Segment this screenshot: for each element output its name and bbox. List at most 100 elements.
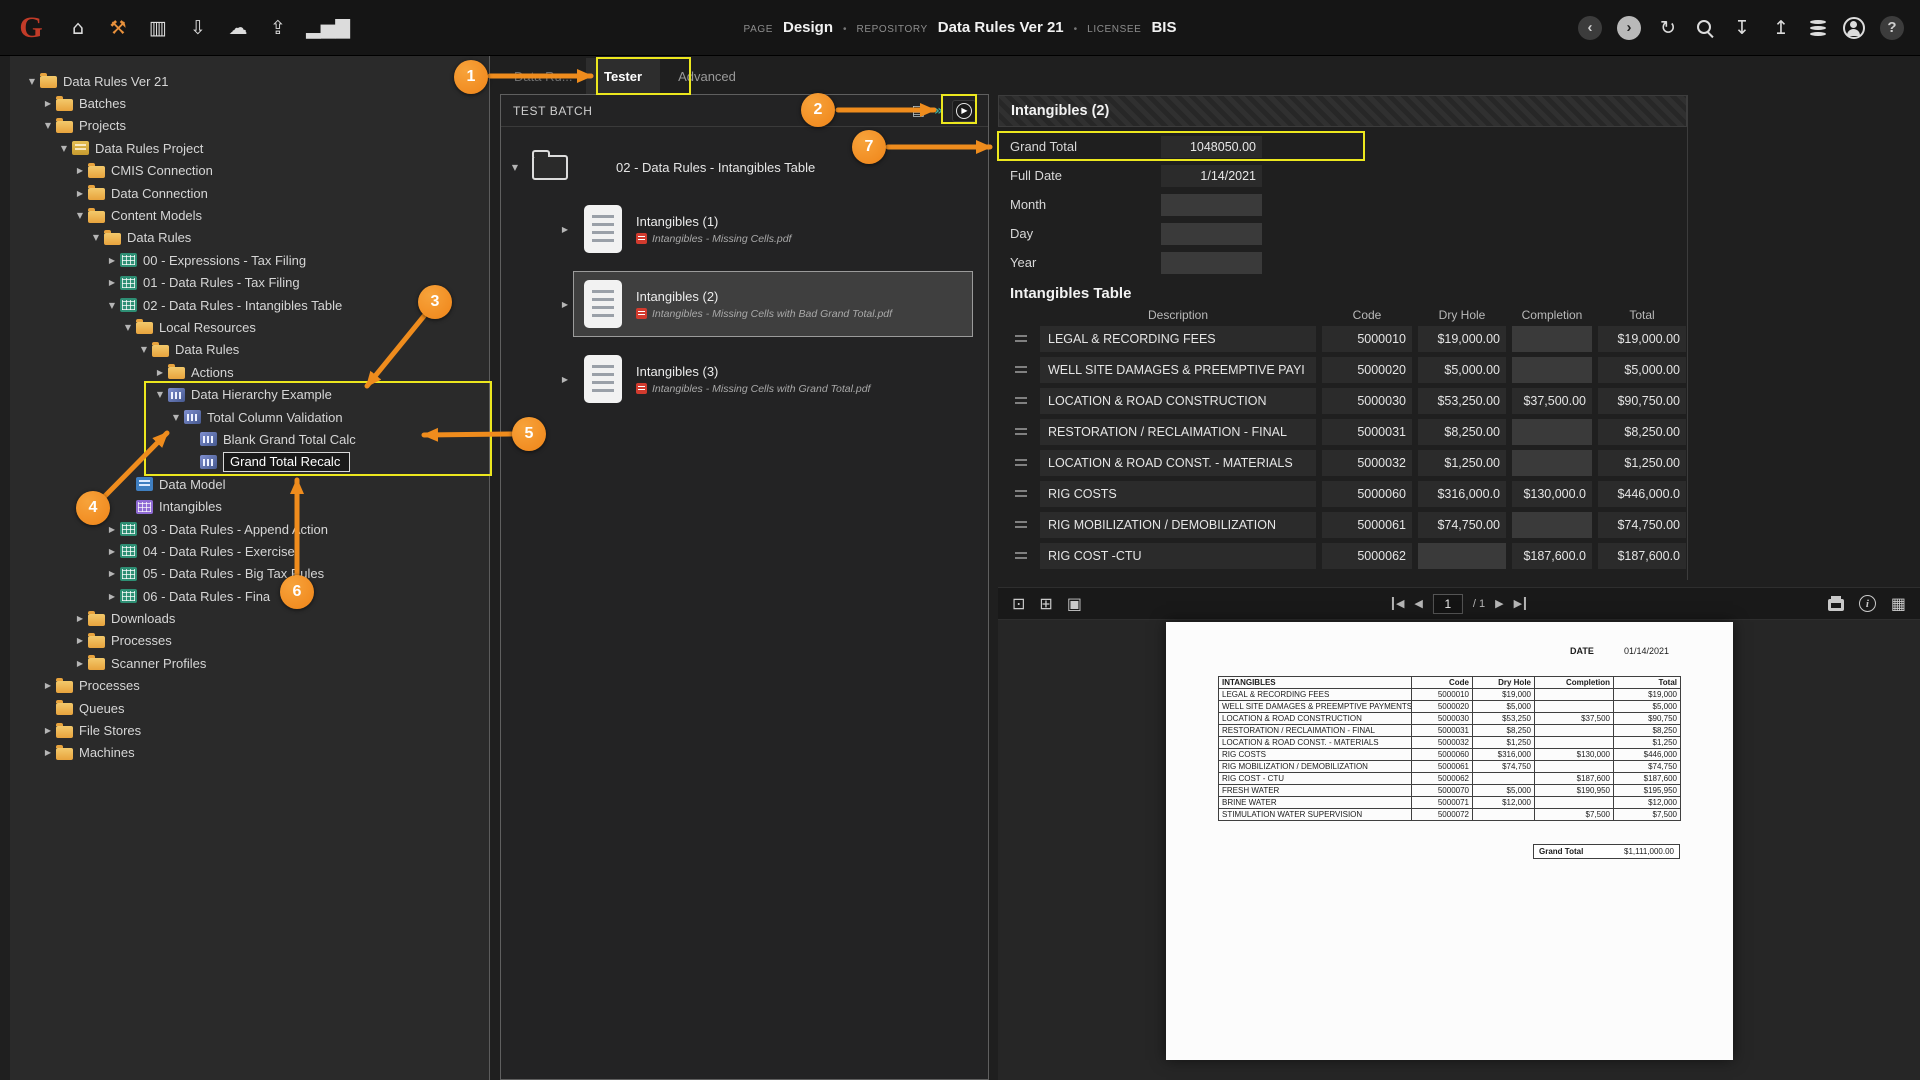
- upload-icon[interactable]: ↥: [1769, 17, 1793, 39]
- repository-value[interactable]: Data Rules Ver 21: [938, 19, 1064, 36]
- table-cell[interactable]: LEGAL & RECORDING FEES: [1040, 326, 1316, 352]
- document-page[interactable]: DATE 01/14/2021 INTANGIBLESCodeDry HoleC…: [1166, 622, 1733, 1060]
- expand-icon[interactable]: ▶: [40, 681, 56, 690]
- run-test-button[interactable]: ▶: [952, 100, 976, 122]
- table-cell[interactable]: 5000030: [1322, 388, 1412, 414]
- grooper-logo[interactable]: G: [10, 11, 52, 45]
- table-cell[interactable]: $19,000.00: [1598, 326, 1686, 352]
- expand-icon[interactable]: ▶: [104, 256, 120, 265]
- row-handle[interactable]: [1008, 397, 1034, 406]
- tree-item-data-rules[interactable]: ▼Data Rules: [10, 227, 489, 249]
- tree-item-processes[interactable]: ▶Processes: [10, 630, 489, 652]
- collapse-icon[interactable]: ▼: [88, 233, 104, 242]
- table-cell[interactable]: [1512, 419, 1592, 445]
- tree-item-06-data-rules-fina[interactable]: ▶06 - Data Rules - Fina: [10, 585, 489, 607]
- expand-icon[interactable]: ▶: [40, 748, 56, 757]
- tree-item-04-data-rules-exercise[interactable]: ▶04 - Data Rules - Exercise: [10, 540, 489, 562]
- expand-icon[interactable]: ▶: [152, 368, 168, 377]
- tree-item-data-rules[interactable]: ▼Data Rules: [10, 339, 489, 361]
- collapse-icon[interactable]: ▼: [56, 144, 72, 153]
- expand-icon[interactable]: ▶: [104, 569, 120, 578]
- expand-icon[interactable]: ▶: [40, 726, 56, 735]
- forward-icon[interactable]: ›: [1617, 16, 1641, 40]
- refresh-icon[interactable]: ↻: [1656, 17, 1680, 39]
- grid-view-icon[interactable]: ⊞: [1039, 594, 1052, 613]
- expand-icon[interactable]: ▶: [104, 592, 120, 601]
- page-number-input[interactable]: 1: [1433, 594, 1463, 614]
- layout-toggle-icon[interactable]: ▦: [1891, 594, 1906, 613]
- table-cell[interactable]: [1418, 543, 1506, 569]
- field-value-input[interactable]: 1048050.00: [1161, 136, 1262, 158]
- tree-item-02-data-rules-intangibles-table[interactable]: ▼02 - Data Rules - Intangibles Table: [10, 294, 489, 316]
- last-page-button[interactable]: ▶: [1514, 597, 1526, 610]
- tree-item-projects[interactable]: ▼Projects: [10, 115, 489, 137]
- tree-item-total-column-validation[interactable]: ▼Total Column Validation: [10, 406, 489, 428]
- collapse-icon[interactable]: ▼: [120, 323, 136, 332]
- expand-icon[interactable]: ▶: [557, 375, 573, 384]
- table-cell[interactable]: 5000032: [1322, 450, 1412, 476]
- database-icon[interactable]: [1808, 18, 1828, 38]
- table-cell[interactable]: $1,250.00: [1598, 450, 1686, 476]
- table-cell[interactable]: [1512, 450, 1592, 476]
- row-handle[interactable]: [1008, 552, 1034, 561]
- tree-item-grand-total-recalc[interactable]: Grand Total Recalc: [10, 451, 489, 473]
- table-cell[interactable]: RIG COST -CTU: [1040, 543, 1316, 569]
- expand-icon[interactable]: ▶: [104, 547, 120, 556]
- collapse-icon[interactable]: ▼: [40, 121, 56, 130]
- back-icon[interactable]: ‹: [1578, 16, 1602, 40]
- user-icon[interactable]: [1843, 17, 1865, 39]
- pages-icon[interactable]: ▣: [1067, 594, 1082, 613]
- next-page-button[interactable]: ▶: [1495, 597, 1503, 610]
- tree-item-blank-grand-total-calc[interactable]: Blank Grand Total Calc: [10, 428, 489, 450]
- table-cell[interactable]: 5000061: [1322, 512, 1412, 538]
- tree-item-data-rules-ver-21[interactable]: ▼Data Rules Ver 21: [10, 70, 489, 92]
- help-icon[interactable]: ?: [1880, 16, 1904, 40]
- search-icon[interactable]: [1695, 18, 1715, 38]
- fit-page-icon[interactable]: ⊡: [1012, 594, 1025, 613]
- row-handle[interactable]: [1008, 521, 1034, 530]
- collapse-icon[interactable]: ▼: [104, 301, 120, 310]
- table-cell[interactable]: $130,000.0: [1512, 481, 1592, 507]
- collapse-icon[interactable]: ▼: [136, 345, 152, 354]
- table-cell[interactable]: WELL SITE DAMAGES & PREEMPTIVE PAYI: [1040, 357, 1316, 383]
- expand-icon[interactable]: ▶: [72, 659, 88, 668]
- tree-item-data-connection[interactable]: ▶Data Connection: [10, 182, 489, 204]
- tab-data-rules[interactable]: Data Ru...: [500, 58, 586, 94]
- table-cell[interactable]: 5000060: [1322, 481, 1412, 507]
- page-value[interactable]: Design: [783, 19, 833, 36]
- home-icon[interactable]: ⌂: [66, 17, 90, 39]
- field-value-input[interactable]: [1161, 252, 1262, 274]
- tree-item-data-model[interactable]: Data Model: [10, 473, 489, 495]
- table-cell[interactable]: $1,250.00: [1418, 450, 1506, 476]
- tools-icon[interactable]: ⚒: [106, 17, 130, 39]
- collapse-icon[interactable]: ▼: [152, 390, 168, 399]
- tree-item-01-data-rules-tax-filing[interactable]: ▶01 - Data Rules - Tax Filing: [10, 272, 489, 294]
- expand-icon[interactable]: ▶: [72, 166, 88, 175]
- table-cell[interactable]: 5000020: [1322, 357, 1412, 383]
- tab-tester[interactable]: Tester: [586, 58, 660, 94]
- table-cell[interactable]: LOCATION & ROAD CONST. - MATERIALS: [1040, 450, 1316, 476]
- tree-item-data-rules-project[interactable]: ▼Data Rules Project: [10, 137, 489, 159]
- table-cell[interactable]: [1512, 357, 1592, 383]
- row-handle[interactable]: [1008, 490, 1034, 499]
- collapse-icon[interactable]: ▼: [24, 77, 40, 86]
- row-handle[interactable]: [1008, 428, 1034, 437]
- table-cell[interactable]: $187,600.0: [1512, 543, 1592, 569]
- table-cell[interactable]: RIG COSTS: [1040, 481, 1316, 507]
- expand-icon[interactable]: ▶: [72, 636, 88, 645]
- field-value-input[interactable]: 1/14/2021: [1161, 165, 1262, 187]
- table-cell[interactable]: LOCATION & ROAD CONSTRUCTION: [1040, 388, 1316, 414]
- collapse-icon[interactable]: ▼: [168, 413, 184, 422]
- tree-item-cmis-connection[interactable]: ▶CMIS Connection: [10, 160, 489, 182]
- batch-view-icon[interactable]: ▤: [912, 103, 925, 119]
- tree-item-batches[interactable]: ▶Batches: [10, 92, 489, 114]
- table-cell[interactable]: [1512, 326, 1592, 352]
- table-cell[interactable]: $8,250.00: [1418, 419, 1506, 445]
- tree-item-00-expressions-tax-filing[interactable]: ▶00 - Expressions - Tax Filing: [10, 249, 489, 271]
- tree-item-data-hierarchy-example[interactable]: ▼Data Hierarchy Example: [10, 383, 489, 405]
- table-cell[interactable]: $90,750.00: [1598, 388, 1686, 414]
- expand-icon[interactable]: ▶: [557, 300, 573, 309]
- table-cell[interactable]: 5000062: [1322, 543, 1412, 569]
- previous-page-button[interactable]: ◀: [1414, 597, 1422, 610]
- print-icon[interactable]: [1828, 599, 1844, 611]
